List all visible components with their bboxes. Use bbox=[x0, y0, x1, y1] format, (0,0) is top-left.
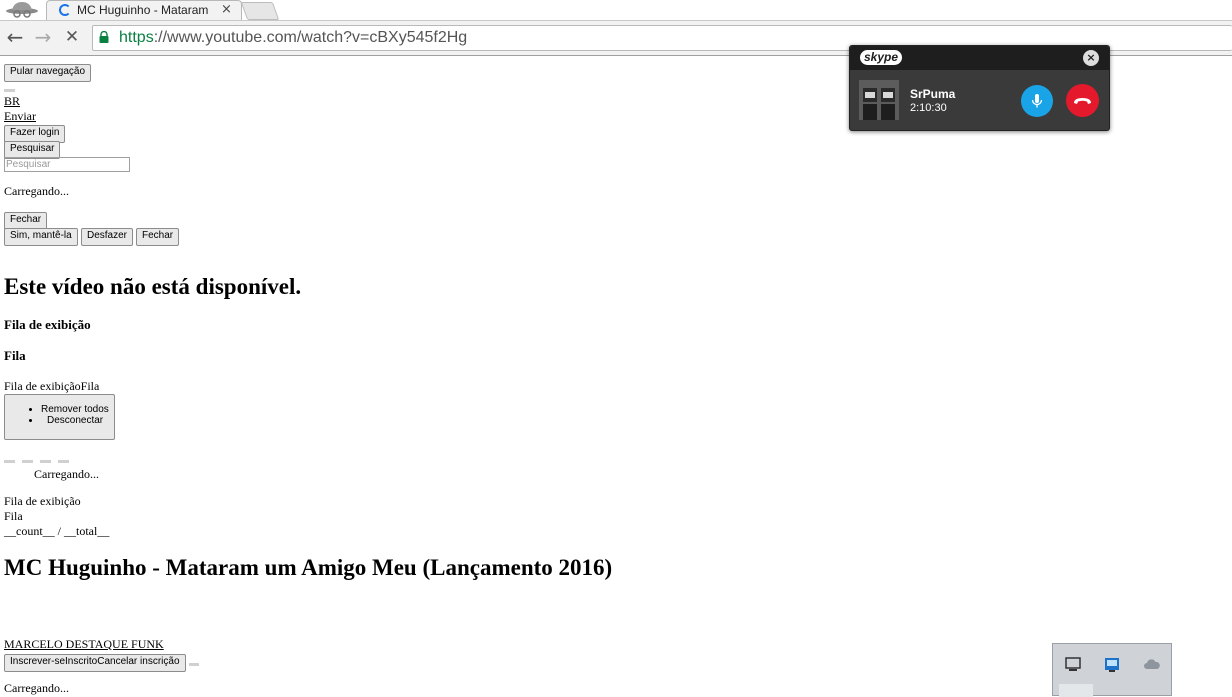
skype-call-window: skype × SrPuma 2:10:30 bbox=[849, 45, 1110, 131]
menu-item-remove-all[interactable]: Remover todos bbox=[41, 404, 114, 415]
caller-name: SrPuma bbox=[910, 87, 956, 101]
undo-button[interactable]: Desfazer bbox=[81, 228, 134, 246]
stop-icon[interactable]: ✕ bbox=[60, 25, 84, 49]
search-input[interactable]: Pesquisar bbox=[4, 157, 130, 172]
tab-title: MC Huguinho - Mataram bbox=[77, 3, 209, 17]
loading-spinner-icon bbox=[59, 4, 71, 16]
url-path: ://www.youtube.com/watch?v=cBXy545f2Hg bbox=[153, 29, 468, 46]
call-duration: 2:10:30 bbox=[910, 102, 947, 114]
url-text: https://www.youtube.com/watch?v=cBXy545f… bbox=[119, 29, 467, 47]
close-button[interactable]: Fechar bbox=[136, 228, 180, 246]
monitor-icon[interactable] bbox=[1064, 656, 1082, 674]
skype-header: skype × bbox=[850, 46, 1109, 70]
queue-heading: Fila de exibição bbox=[4, 317, 91, 332]
avatar bbox=[859, 80, 899, 120]
system-tray-popup bbox=[1052, 643, 1172, 697]
cloud-icon[interactable] bbox=[1143, 656, 1161, 674]
microphone-icon bbox=[1031, 94, 1043, 108]
loading-text: Carregando... bbox=[4, 184, 69, 198]
queue-label: Fila de exibição bbox=[4, 494, 81, 508]
queue-short-heading: Fila bbox=[4, 348, 26, 363]
end-call-button[interactable] bbox=[1066, 84, 1099, 117]
tray-selection bbox=[1059, 684, 1093, 697]
region-link[interactable]: BR bbox=[4, 94, 20, 109]
menu-item-disconnect[interactable]: Desconectar bbox=[41, 415, 114, 426]
tab-close-icon[interactable]: × bbox=[221, 2, 232, 17]
loading-text: Carregando... bbox=[4, 681, 69, 695]
forward-icon[interactable]: → bbox=[31, 25, 55, 49]
skype-logo: skype bbox=[860, 50, 903, 65]
microphone-button[interactable] bbox=[1021, 85, 1053, 117]
subscriber-count-placeholder bbox=[189, 663, 199, 666]
queue-count: __count__ / __total__ bbox=[4, 524, 110, 538]
unavailable-heading: Este vídeo não está disponível. bbox=[4, 274, 302, 299]
browser-tab[interactable]: MC Huguinho - Mataram × bbox=[46, 0, 242, 20]
skip-navigation-button[interactable]: Pular navegação bbox=[4, 64, 92, 82]
queue-thumbnails bbox=[4, 450, 69, 468]
queue-label-short: Fila bbox=[4, 509, 23, 523]
url-scheme: https bbox=[119, 29, 154, 46]
lock-icon bbox=[99, 31, 109, 43]
upload-link[interactable]: Enviar bbox=[4, 109, 36, 124]
queue-inline-label: Fila de exibiçãoFila bbox=[4, 379, 100, 393]
video-title: MC Huguinho - Mataram um Amigo Meu (Lanç… bbox=[4, 555, 613, 580]
subscribe-button[interactable]: Inscrever-seInscritoCancelar inscrição bbox=[4, 654, 186, 672]
channel-link[interactable]: MARCELO DESTAQUE FUNK bbox=[4, 637, 164, 652]
loading-text: Carregando... bbox=[34, 467, 99, 481]
hang-up-icon bbox=[1074, 98, 1091, 104]
keep-button[interactable]: Sim, mantê-la bbox=[4, 228, 78, 246]
network-icon[interactable] bbox=[1103, 656, 1121, 674]
queue-menu[interactable]: Remover todos Desconectar bbox=[4, 394, 115, 440]
back-icon[interactable]: ← bbox=[3, 25, 27, 49]
tab-strip: MC Huguinho - Mataram × bbox=[0, 0, 1232, 21]
logo-placeholder bbox=[4, 89, 15, 92]
incognito-icon bbox=[6, 2, 38, 18]
new-tab-button[interactable] bbox=[240, 2, 280, 20]
close-icon[interactable]: × bbox=[1083, 50, 1099, 66]
